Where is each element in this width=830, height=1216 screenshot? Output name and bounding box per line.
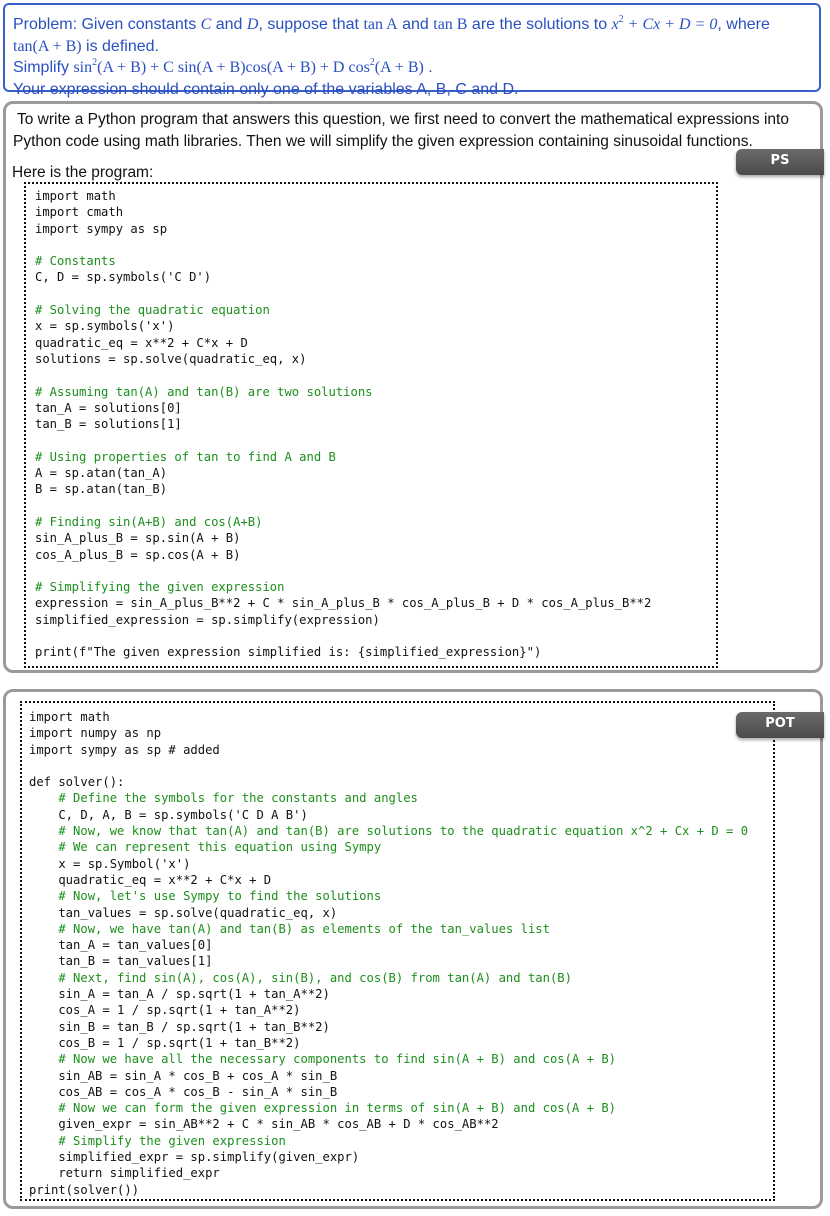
code-comment-line: # Simplifying the given expression [35,580,285,595]
ps-prose: To write a Python program that answers t… [13,109,813,152]
code-comment-line: # Using properties of tan to find A and … [35,449,336,464]
code-line: tan_B = tan_values[1] [29,954,213,969]
code-line: B = sp.atan(tan_B) [35,482,168,497]
problem-line-1: Problem: Given constants C and D, suppos… [13,14,809,36]
problem-line-2: tan(A + B) is defined. [13,36,809,58]
ps-explanation: To write a Python program that answers t… [13,111,789,150]
code-comment-line: # Assuming tan(A) and tan(B) are two sol… [35,384,373,399]
problem-text: . [423,59,433,76]
code-line: cos_B = 1 / sp.sqrt(1 + tan_B**2) [29,1035,301,1050]
code-line: A = sp.atan(tan_A) [35,466,168,481]
code-line: print(solver()) [29,1182,140,1197]
code-line: tan_B = solutions[1] [35,417,182,432]
math-expr: (A + B) + C sin(A + B)cos(A + B) + D cos [97,59,370,76]
problem-text: is defined. [81,37,159,55]
code-line: cos_A = 1 / sp.sqrt(1 + tan_A**2) [29,1003,301,1018]
pot-code-block: import math import numpy as np import symp… [20,701,775,1201]
math-exponent: 2 [92,56,98,68]
code-line: import sympy as sp # added [29,742,220,757]
code-line: C, D = sp.symbols('C D') [35,270,212,285]
problem-text: , suppose that [258,16,364,33]
math-exponent: 2 [618,13,624,25]
code-comment-line: # Solving the quadratic equation [35,303,270,318]
code-line: x = sp.Symbol('x') [29,856,191,871]
code-line: import math [29,710,110,724]
code-comment-line: # Now, let's use Sympy to find the solut… [29,889,382,904]
math-exponent: 2 [369,56,375,68]
code-line: sin_AB = sin_A * cos_B + cos_A * sin_B [29,1068,338,1083]
code-line: return simplified_expr [29,1166,220,1181]
code-comment-line: # Next, find sin(A), cos(A), sin(B), and… [29,970,572,985]
code-line: sin_A = tan_A / sp.sqrt(1 + tan_A**2) [29,987,330,1002]
problem-text: and [211,16,247,33]
problem-line-4: Your expression should contain only one … [13,80,519,98]
code-comment-line: # Now, we have tan(A) and tan(B) as elem… [29,921,550,936]
math-var: C [200,16,212,33]
code-line: import cmath [35,205,124,220]
code-comment-line: # Finding sin(A+B) and cos(A+B) [35,514,263,529]
code-line: import math [35,189,116,203]
problem-text: are the solutions to [467,16,612,33]
code-line: x = sp.symbols('x') [35,319,175,334]
pot-tag: POT [736,712,824,738]
code-line: simplified_expr = sp.simplify(given_expr… [29,1150,360,1165]
math-var: D [246,16,259,33]
ps-tag: PS [736,149,824,175]
code-line: quadratic_eq = x**2 + C*x + D [29,872,272,887]
ps-panel: To write a Python program that answers t… [3,101,824,673]
pot-panel: import math import numpy as np import symp… [3,689,824,1209]
ps-intro-label: Here is the program: [12,164,154,181]
code-line: expression = sin_A_plus_B**2 + C * sin_A… [35,596,652,611]
problem-text: Simplify [13,59,74,76]
code-comment-line: # Define the symbols for the constants a… [29,791,418,806]
math-expr: tan(A + B) [13,37,82,55]
code-comment-line: # Now we can form the given expression i… [29,1101,616,1116]
code-comment-line: # Constants [35,254,116,269]
code-line: simplified_expression = sp.simplify(expr… [35,612,380,627]
code-line: cos_AB = cos_A * cos_B - sin_A * sin_B [29,1084,338,1099]
code-line: cos_A_plus_B = sp.cos(A + B) [35,547,241,562]
code-line: tan_A = solutions[0] [35,400,182,415]
code-line: import sympy as sp [35,221,168,236]
code-line: print(f"The given expression simplified … [35,645,542,660]
math-expr: tan A [363,16,398,33]
code-line: given_expr = sin_AB**2 + C * sin_AB * co… [29,1117,499,1132]
code-line: tan_values = sp.solve(quadratic_eq, x) [29,905,338,920]
math-var: x [611,16,619,33]
code-line: sin_B = tan_B / sp.sqrt(1 + tan_B**2) [29,1019,330,1034]
math-expr: tan B [433,16,468,33]
code-comment-line: # Now we have all the necessary componen… [29,1052,616,1067]
code-comment-line: # Now, we know that tan(A) and tan(B) ar… [29,824,749,839]
problem-text: , where [717,16,770,33]
problem-statement: Problem: Given constants C and D, suppos… [3,3,821,98]
code-line: sin_A_plus_B = sp.sin(A + B) [35,531,241,546]
ps-code-block: import math import cmath import sympy as s… [24,182,718,668]
code-comment-line: # We can represent this equation using S… [29,840,382,855]
math-expr: sin [73,59,93,76]
code-line: def solver(): [29,775,125,790]
code-line: import numpy as np [29,726,162,741]
code-line: C, D, A, B = sp.symbols('C D A B') [29,807,308,822]
code-line: tan_A = tan_values[0] [29,938,213,953]
math-expr: (A + B) [374,59,424,76]
math-expr: + Cx + D = 0 [623,16,718,33]
code-comment-line: # Simplify the given expression [29,1133,286,1148]
code-line: quadratic_eq = x**2 + C*x + D [35,335,248,350]
problem-line-3: Simplify sin2(A + B) + C sin(A + B)cos(A… [13,57,809,79]
code-line: solutions = sp.solve(quadratic_eq, x) [35,351,307,366]
problem-text: and [397,16,434,33]
problem-text: Problem: Given constants [13,16,201,33]
